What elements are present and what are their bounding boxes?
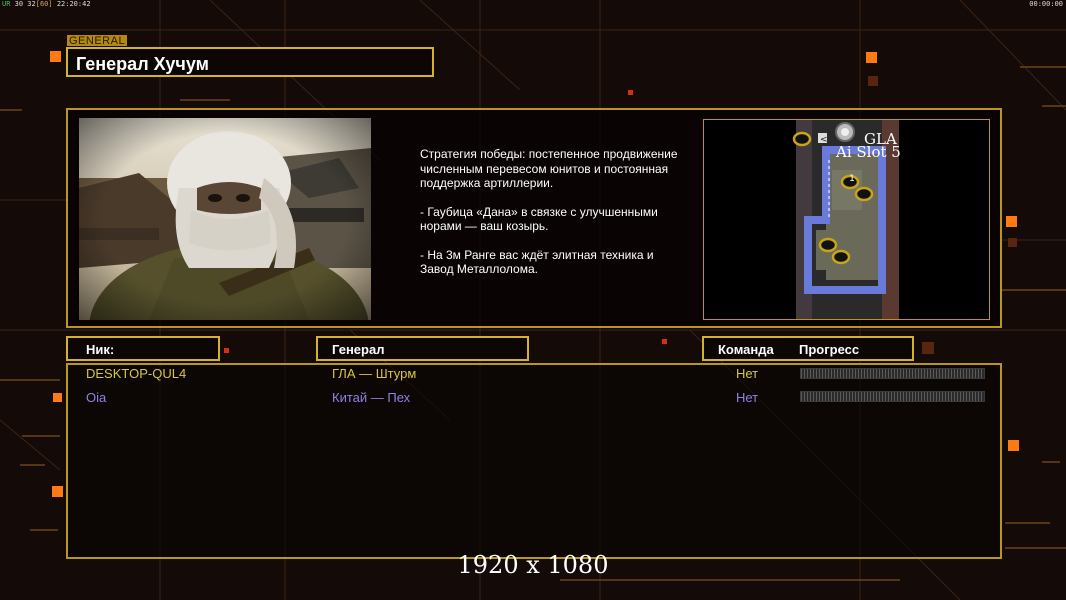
player-progress-bar [800,368,985,379]
description-paragraph: Стратегия победы: постепенное продвижени… [420,147,678,190]
svg-text:<: < [820,135,828,145]
general-tag: GENERAL [67,35,128,47]
general-portrait [79,118,371,320]
column-header-general: Генерал [316,336,529,361]
map-label-slot: Ai Slot 5 [835,143,901,161]
status-fps: [60] [35,0,53,8]
status-flag: UR [2,0,11,8]
status-numbers: 30 32 [14,0,36,8]
header-team-label: Команда [718,342,774,357]
minimap[interactable]: < 1 GLA Ai Slot 5 [703,119,990,320]
player-progress-bar [800,391,985,402]
header-progress-label: Прогресс [799,342,860,357]
resolution-label: 1920 x 1080 [457,551,609,579]
status-bar-left: UR 30 32[60] 22:20:42 [2,0,91,8]
strategy-description: Стратегия победы: постепенное продвижени… [420,147,680,291]
player-general: ГЛА — Штурм [332,366,417,381]
map-marker [818,237,838,253]
player-team: Нет [736,390,759,405]
player-team: Нет [736,366,759,381]
header-nick-label: Ник: [86,342,115,357]
player-general: Китай — Пех [332,390,411,405]
player-nick: Oia [86,390,107,405]
column-header-nick: Ник: [66,336,220,361]
description-paragraph: - На 3м Ранге вас ждёт элитная техника и… [420,247,654,277]
column-header-team-progress: Команда Прогресс [702,336,914,361]
header-general-label: Генерал [332,342,385,357]
player-nick: DESKTOP-QUL4 [86,366,187,381]
map-marker [831,249,851,265]
general-title-box: Генерал Хучум [66,47,434,77]
map-marker [792,131,812,147]
map-marker [854,186,874,202]
map-marker-label: 1 [849,174,855,184]
status-timer: 00:00:00 [1029,0,1063,8]
status-clock: 22:20:42 [56,0,91,8]
general-name: Генерал Хучум [76,54,209,74]
description-paragraph: - Гаубица «Дана» в связке с улучшенными … [420,204,658,234]
